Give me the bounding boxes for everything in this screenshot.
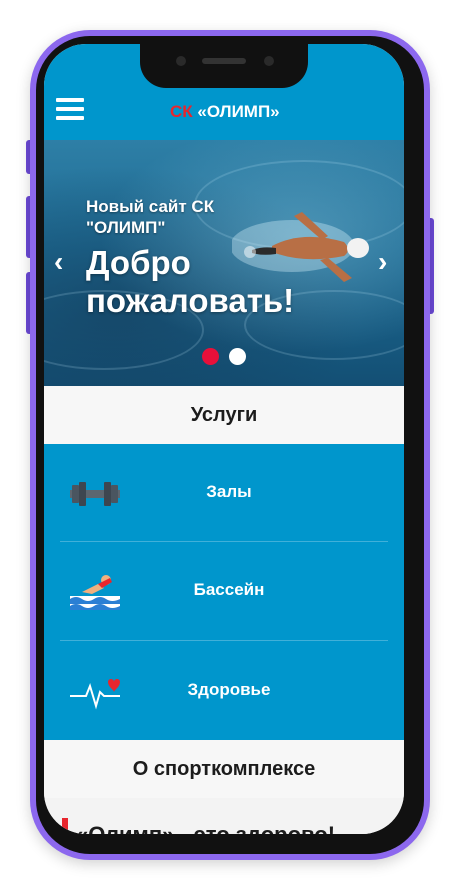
slider-dot-2[interactable] [229, 348, 246, 365]
services-list: Залы Бассейн Здоровье [44, 444, 404, 740]
slider-dots [202, 348, 246, 365]
logo-prefix: СК [170, 102, 193, 121]
phone-notch [140, 44, 308, 88]
about-heading: О спорткомплексе [44, 740, 404, 798]
service-item-gyms[interactable]: Залы [44, 444, 404, 542]
camera-icon [176, 56, 186, 66]
hero-subtitle: Новый сайт СК "ОЛИМП" [86, 197, 215, 237]
about-section: «Олимп» - это здорово! [44, 798, 404, 834]
service-item-health[interactable]: Здоровье [44, 642, 404, 740]
slider-next-arrow-icon[interactable]: › [378, 248, 387, 276]
services-heading: Услуги [44, 386, 404, 444]
site-logo[interactable]: СК «ОЛИМП» [170, 102, 280, 122]
phone-screen: СК «ОЛИМП» Новый сайт СК "ОЛИМП" Добро п… [44, 44, 404, 834]
service-label: Залы [206, 482, 252, 501]
swimmer-icon [70, 575, 120, 610]
menu-icon[interactable] [56, 98, 84, 120]
service-label: Здоровье [187, 680, 271, 699]
phone-frame: СК «ОЛИМП» Новый сайт СК "ОЛИМП" Добро п… [30, 30, 430, 860]
slider-dot-1[interactable] [202, 348, 219, 365]
about-headline: «Олимп» - это здорово! [76, 822, 335, 834]
sensor-icon [264, 56, 274, 66]
accent-bar [62, 818, 68, 834]
speaker-grille [202, 58, 246, 64]
dumbbell-icon [70, 482, 120, 506]
service-label: Бассейн [193, 580, 265, 599]
hero-slider: Новый сайт СК "ОЛИМП" Добро пожаловать! … [44, 140, 404, 386]
heartbeat-icon [70, 679, 120, 710]
hero-title: Добро пожаловать! [86, 244, 295, 319]
slider-prev-arrow-icon[interactable]: ‹ [54, 248, 63, 276]
service-item-pool[interactable]: Бассейн [44, 542, 404, 640]
logo-name: «ОЛИМП» [197, 102, 280, 121]
divider [60, 640, 388, 641]
